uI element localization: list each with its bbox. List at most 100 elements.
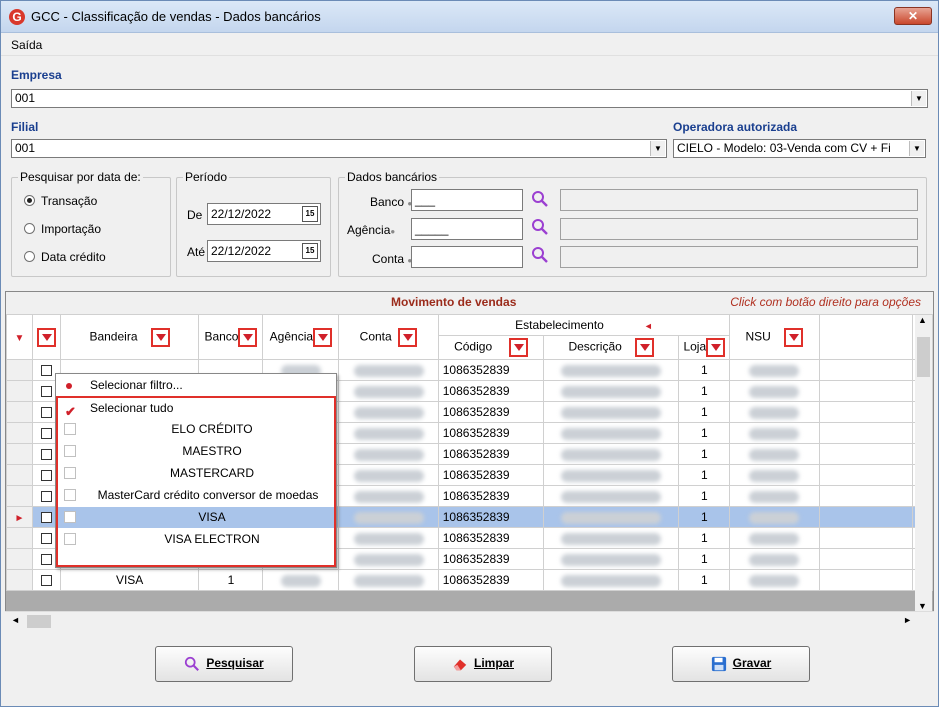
checkbox[interactable] [64, 423, 76, 435]
window-title: GCC - Classificação de vendas - Dados ba… [31, 9, 321, 24]
checkbox[interactable] [64, 533, 76, 545]
dd-select-filter[interactable]: Selecionar filtro... [56, 375, 336, 396]
row-checkbox[interactable] [40, 386, 52, 398]
scroll-down-icon[interactable]: ▼ [918, 601, 927, 611]
scroll-h-thumb[interactable] [27, 615, 51, 628]
filial-select[interactable]: 001 ▼ [11, 139, 667, 158]
collapse-left-icon[interactable]: ◄ [644, 321, 653, 331]
filter-icon[interactable] [784, 327, 804, 347]
dd-item-mastercard-conversor[interactable]: MasterCard crédito conversor de moedas [56, 485, 336, 506]
filter-icon[interactable] [150, 327, 170, 347]
scroll-thumb[interactable] [917, 337, 930, 377]
dd-item-visa[interactable]: VISA [56, 507, 336, 528]
current-row-icon: ► [14, 513, 25, 524]
row-checkbox[interactable] [40, 365, 52, 377]
filter-icon[interactable] [238, 327, 258, 347]
col-estabelecimento: Estabelecimento ◄ [437, 314, 731, 336]
checkbox[interactable] [64, 467, 76, 479]
pesquisar-button[interactable]: Pesquisar [155, 646, 293, 682]
dd-item-elo[interactable]: ELO CRÉDITO [56, 419, 336, 440]
vertical-scrollbar[interactable]: ▲ ▼ [915, 315, 932, 611]
row-checkbox[interactable] [40, 575, 52, 587]
scroll-right-icon[interactable]: ► [903, 615, 912, 625]
grid-hint: Click com botão direito para opções [730, 295, 921, 309]
table-cell [818, 485, 914, 507]
row-checkbox[interactable] [40, 554, 52, 566]
dd-select-all[interactable]: ✔ Selecionar tudo [56, 398, 336, 419]
chevron-down-icon[interactable]: ▼ [650, 141, 665, 156]
row-checkbox[interactable] [40, 428, 52, 440]
row-checkbox[interactable] [40, 470, 52, 482]
col-banco[interactable]: Banco [198, 314, 264, 360]
table-cell [543, 422, 680, 444]
table-row[interactable]: VISA110863528391 [6, 569, 933, 591]
bandeira-filter-dropdown: Selecionar filtro... ✔ Selecionar tudo E… [55, 373, 337, 568]
chevron-down-icon[interactable]: ▼ [911, 91, 926, 106]
operadora-select[interactable]: CIELO - Modelo: 03-Venda com CV + Fi ▼ [673, 139, 926, 158]
col-nsu[interactable]: NSU [729, 314, 820, 360]
table-cell [6, 548, 33, 570]
scroll-up-icon[interactable]: ▲ [918, 315, 927, 325]
redacted-value [561, 553, 662, 566]
calendar-icon[interactable]: 15 [302, 206, 318, 222]
checkbox[interactable] [64, 511, 76, 523]
row-checkbox[interactable] [40, 407, 52, 419]
limpar-label: Limpar [473, 656, 514, 671]
date-ate-input[interactable]: 22/12/2022 15 [207, 240, 321, 262]
horizontal-scrollbar[interactable]: ◄ ► [5, 611, 934, 631]
checkbox[interactable] [64, 445, 76, 457]
banco-input[interactable]: ___ [411, 189, 523, 211]
menu-bar: Saída [1, 34, 938, 56]
filter-icon[interactable] [635, 338, 655, 357]
dd-item-maestro[interactable]: MAESTRO [56, 441, 336, 462]
ate-label: Até [187, 245, 206, 259]
cell-loja: 1 [678, 569, 731, 591]
filter-icon[interactable] [313, 327, 333, 347]
col-descricao[interactable]: Descrição [543, 335, 680, 360]
dd-item-label: VISA [198, 510, 226, 524]
cell-loja: 1 [678, 380, 731, 402]
cell-codigo: 1086352839 [437, 485, 545, 507]
row-checkbox[interactable] [40, 533, 52, 545]
radio-importacao[interactable]: Importação [24, 222, 101, 236]
row-checkbox[interactable] [40, 449, 52, 461]
filter-icon[interactable] [398, 327, 418, 347]
dd-item-mastercard[interactable]: MASTERCARD [56, 463, 336, 484]
gravar-button[interactable]: Gravar [672, 646, 810, 682]
limpar-button[interactable]: Limpar [414, 646, 552, 682]
conta-input[interactable] [411, 246, 523, 268]
filter-icon[interactable] [706, 338, 726, 357]
scroll-left-icon[interactable]: ◄ [11, 615, 20, 625]
search-banco-icon[interactable] [531, 190, 549, 208]
radio-data-credito[interactable]: Data crédito [24, 250, 106, 264]
col-bandeira[interactable]: Bandeira [59, 314, 200, 360]
date-de-input[interactable]: 22/12/2022 15 [207, 203, 321, 225]
search-conta-icon[interactable] [531, 246, 549, 264]
col-loja[interactable]: Loja [678, 335, 731, 360]
agencia-input[interactable]: _____ [411, 218, 523, 240]
table-cell [6, 401, 33, 423]
dd-item-visa-electron[interactable]: VISA ELECTRON [56, 529, 336, 550]
eraser-icon [453, 659, 467, 671]
empresa-select[interactable]: 001 ▼ [11, 89, 928, 108]
calendar-icon[interactable]: 15 [302, 243, 318, 259]
chevron-down-icon[interactable]: ▼ [909, 141, 924, 156]
menu-saida[interactable]: Saída [11, 38, 42, 52]
row-checkbox[interactable] [40, 512, 52, 524]
col-codigo[interactable]: Código [437, 335, 545, 360]
checkbox[interactable] [64, 489, 76, 501]
pesquisar-legend: Pesquisar por data de: [18, 170, 143, 184]
table-cell [262, 569, 340, 591]
table-cell [6, 485, 33, 507]
col-conta[interactable]: Conta [338, 314, 439, 360]
redacted-value [561, 427, 662, 440]
search-agencia-icon[interactable] [531, 218, 549, 236]
filter-icon[interactable] [508, 338, 528, 357]
radio-transacao[interactable]: Transação [24, 194, 97, 208]
close-button[interactable]: ✕ [894, 7, 932, 25]
check-header[interactable] [31, 314, 61, 360]
filter-icon[interactable] [36, 327, 56, 347]
row-checkbox[interactable] [40, 491, 52, 503]
col-agencia[interactable]: Agência [262, 314, 340, 360]
table-cell [818, 422, 914, 444]
